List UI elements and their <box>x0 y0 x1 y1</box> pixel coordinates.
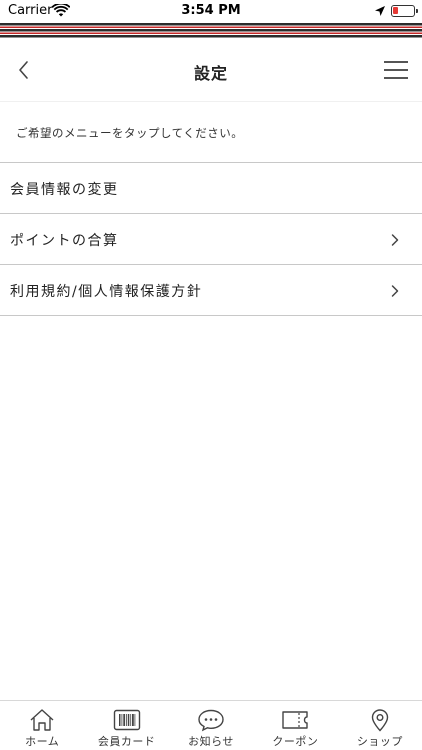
status-time: 3:54 PM <box>181 3 241 18</box>
tab-home[interactable]: ホーム <box>0 701 84 750</box>
tab-member-card[interactable]: 会員カード <box>84 701 168 750</box>
tab-label: ホーム <box>25 735 60 748</box>
battery-icon <box>391 5 415 17</box>
home-icon <box>30 709 54 731</box>
tab-coupon[interactable]: クーポン <box>253 701 337 750</box>
menu-item-label: 会員情報の変更 <box>10 182 119 198</box>
settings-menu-list: 会員情報の変更 ポイントの合算 利用規約/個人情報保護方針 <box>0 162 422 316</box>
page-title: 設定 <box>193 64 228 83</box>
tab-label: 会員カード <box>97 735 156 748</box>
chevron-right-icon <box>391 285 399 297</box>
menu-item-terms-privacy[interactable]: 利用規約/個人情報保護方針 <box>0 265 422 316</box>
chevron-right-icon <box>391 234 399 246</box>
hamburger-menu-button[interactable] <box>382 58 410 82</box>
hamburger-line <box>384 69 408 71</box>
coupon-icon <box>282 711 309 729</box>
barcode-icon <box>113 709 140 731</box>
tab-label: ショップ <box>356 735 403 748</box>
decorative-stripe-band <box>0 22 422 38</box>
chat-bubble-icon <box>198 709 224 732</box>
tab-notifications[interactable]: お知らせ <box>169 701 253 750</box>
map-pin-icon <box>371 709 389 732</box>
tab-shop[interactable]: ショップ <box>338 701 422 750</box>
status-bar: Carrier 3:54 PM <box>0 0 422 22</box>
menu-item-member-info[interactable]: 会員情報の変更 <box>0 163 422 214</box>
navigation-header: 設定 <box>0 38 422 102</box>
tab-label: クーポン <box>272 735 319 748</box>
tab-label: お知らせ <box>188 735 234 748</box>
hamburger-line <box>384 77 408 79</box>
menu-item-merge-points[interactable]: ポイントの合算 <box>0 214 422 265</box>
menu-item-label: ポイントの合算 <box>10 233 119 249</box>
menu-item-label: 利用規約/個人情報保護方針 <box>10 284 203 300</box>
battery-cap <box>416 9 418 13</box>
location-arrow-icon <box>375 6 385 16</box>
bottom-tab-bar: ホーム 会員カード お知らせ クーポン ショップ <box>0 700 422 750</box>
hamburger-line <box>384 61 408 63</box>
instruction-text: ご希望のメニューをタップしてください。 <box>16 126 244 140</box>
